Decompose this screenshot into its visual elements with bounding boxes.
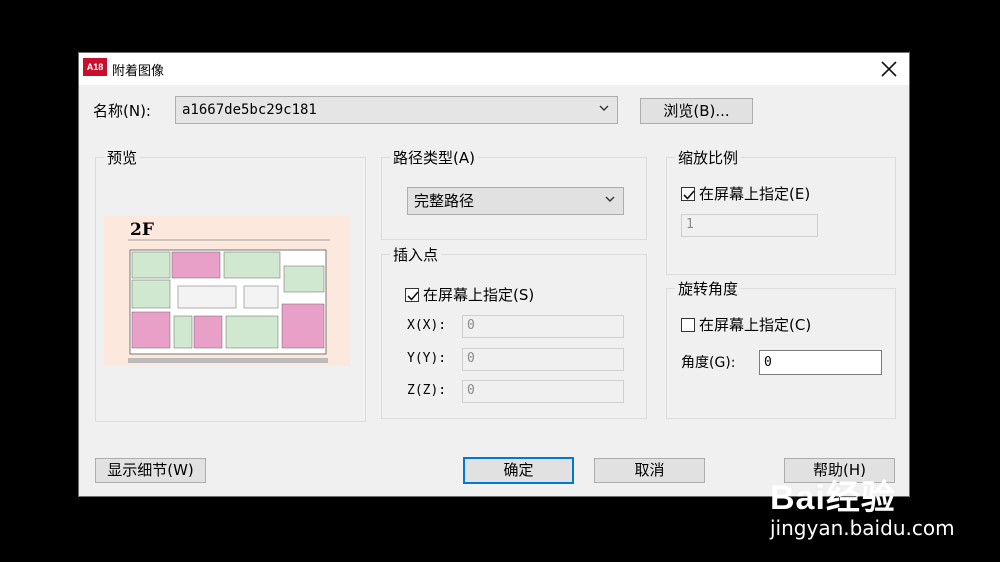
insertion-point-title: 插入点	[390, 244, 442, 265]
rotation-specify-label: 在屏幕上指定(C)	[699, 316, 812, 334]
name-combobox[interactable]: a1667de5bc29c181	[175, 96, 618, 124]
cancel-button[interactable]: 取消	[594, 458, 705, 483]
z-label: Z(Z):	[407, 383, 447, 398]
ok-button[interactable]: 确定	[463, 457, 574, 484]
close-button[interactable]	[869, 53, 909, 85]
checkbox-checked-icon	[405, 288, 419, 302]
insertion-specify-label: 在屏幕上指定(S)	[423, 286, 535, 304]
path-type-title: 路径类型(A)	[390, 147, 478, 168]
scale-specify-checkbox[interactable]: 在屏幕上指定(E)	[681, 183, 810, 204]
browse-button[interactable]: 浏览(B)...	[640, 98, 753, 124]
checkbox-checked-icon	[681, 187, 695, 201]
y-label: Y(Y):	[407, 351, 447, 366]
y-input[interactable]: 0	[462, 348, 624, 371]
name-label: 名称(N):	[93, 102, 151, 120]
path-type-value: 完整路径	[414, 192, 475, 210]
preview-group: 预览 2F	[95, 147, 366, 422]
baidu-jingyan-watermark: Bai经验 jingyan.baidu.com	[770, 470, 955, 540]
angle-input[interactable]: 0	[759, 350, 882, 375]
insertion-specify-checkbox[interactable]: 在屏幕上指定(S)	[405, 284, 534, 305]
chevron-down-icon	[605, 196, 615, 202]
name-value: a1667de5bc29c181	[182, 102, 317, 118]
path-type-select[interactable]: 完整路径	[407, 187, 624, 215]
watermark-url: jingyan.baidu.com	[770, 516, 955, 540]
window-title: 附着图像	[112, 64, 165, 79]
watermark-logo: Bai经验	[770, 479, 896, 517]
floor-plan-preview-image: 2F	[104, 216, 350, 366]
rotation-title: 旋转角度	[675, 278, 742, 299]
scale-title: 缩放比例	[675, 147, 742, 168]
preview-title: 预览	[104, 147, 141, 168]
x-input[interactable]: 0	[462, 315, 624, 338]
autocad-app-icon: A18	[83, 58, 107, 76]
floor-label: 2F	[130, 220, 154, 240]
close-icon	[881, 61, 897, 77]
title-bar[interactable]: A18 附着图像	[79, 53, 909, 85]
rotation-specify-checkbox[interactable]: 在屏幕上指定(C)	[681, 314, 811, 335]
x-label: X(X):	[407, 318, 447, 333]
attach-image-dialog: A18 附着图像 名称(N): a1667de5bc29c181 浏览(B)..…	[78, 52, 910, 497]
angle-label: 角度(G):	[681, 355, 736, 371]
chevron-down-icon	[599, 105, 609, 111]
checkbox-unchecked-icon	[681, 318, 695, 332]
show-details-button[interactable]: 显示细节(W)	[95, 458, 206, 483]
scale-input[interactable]: 1	[681, 214, 818, 237]
z-input[interactable]: 0	[462, 380, 624, 403]
scale-specify-label: 在屏幕上指定(E)	[699, 185, 811, 203]
